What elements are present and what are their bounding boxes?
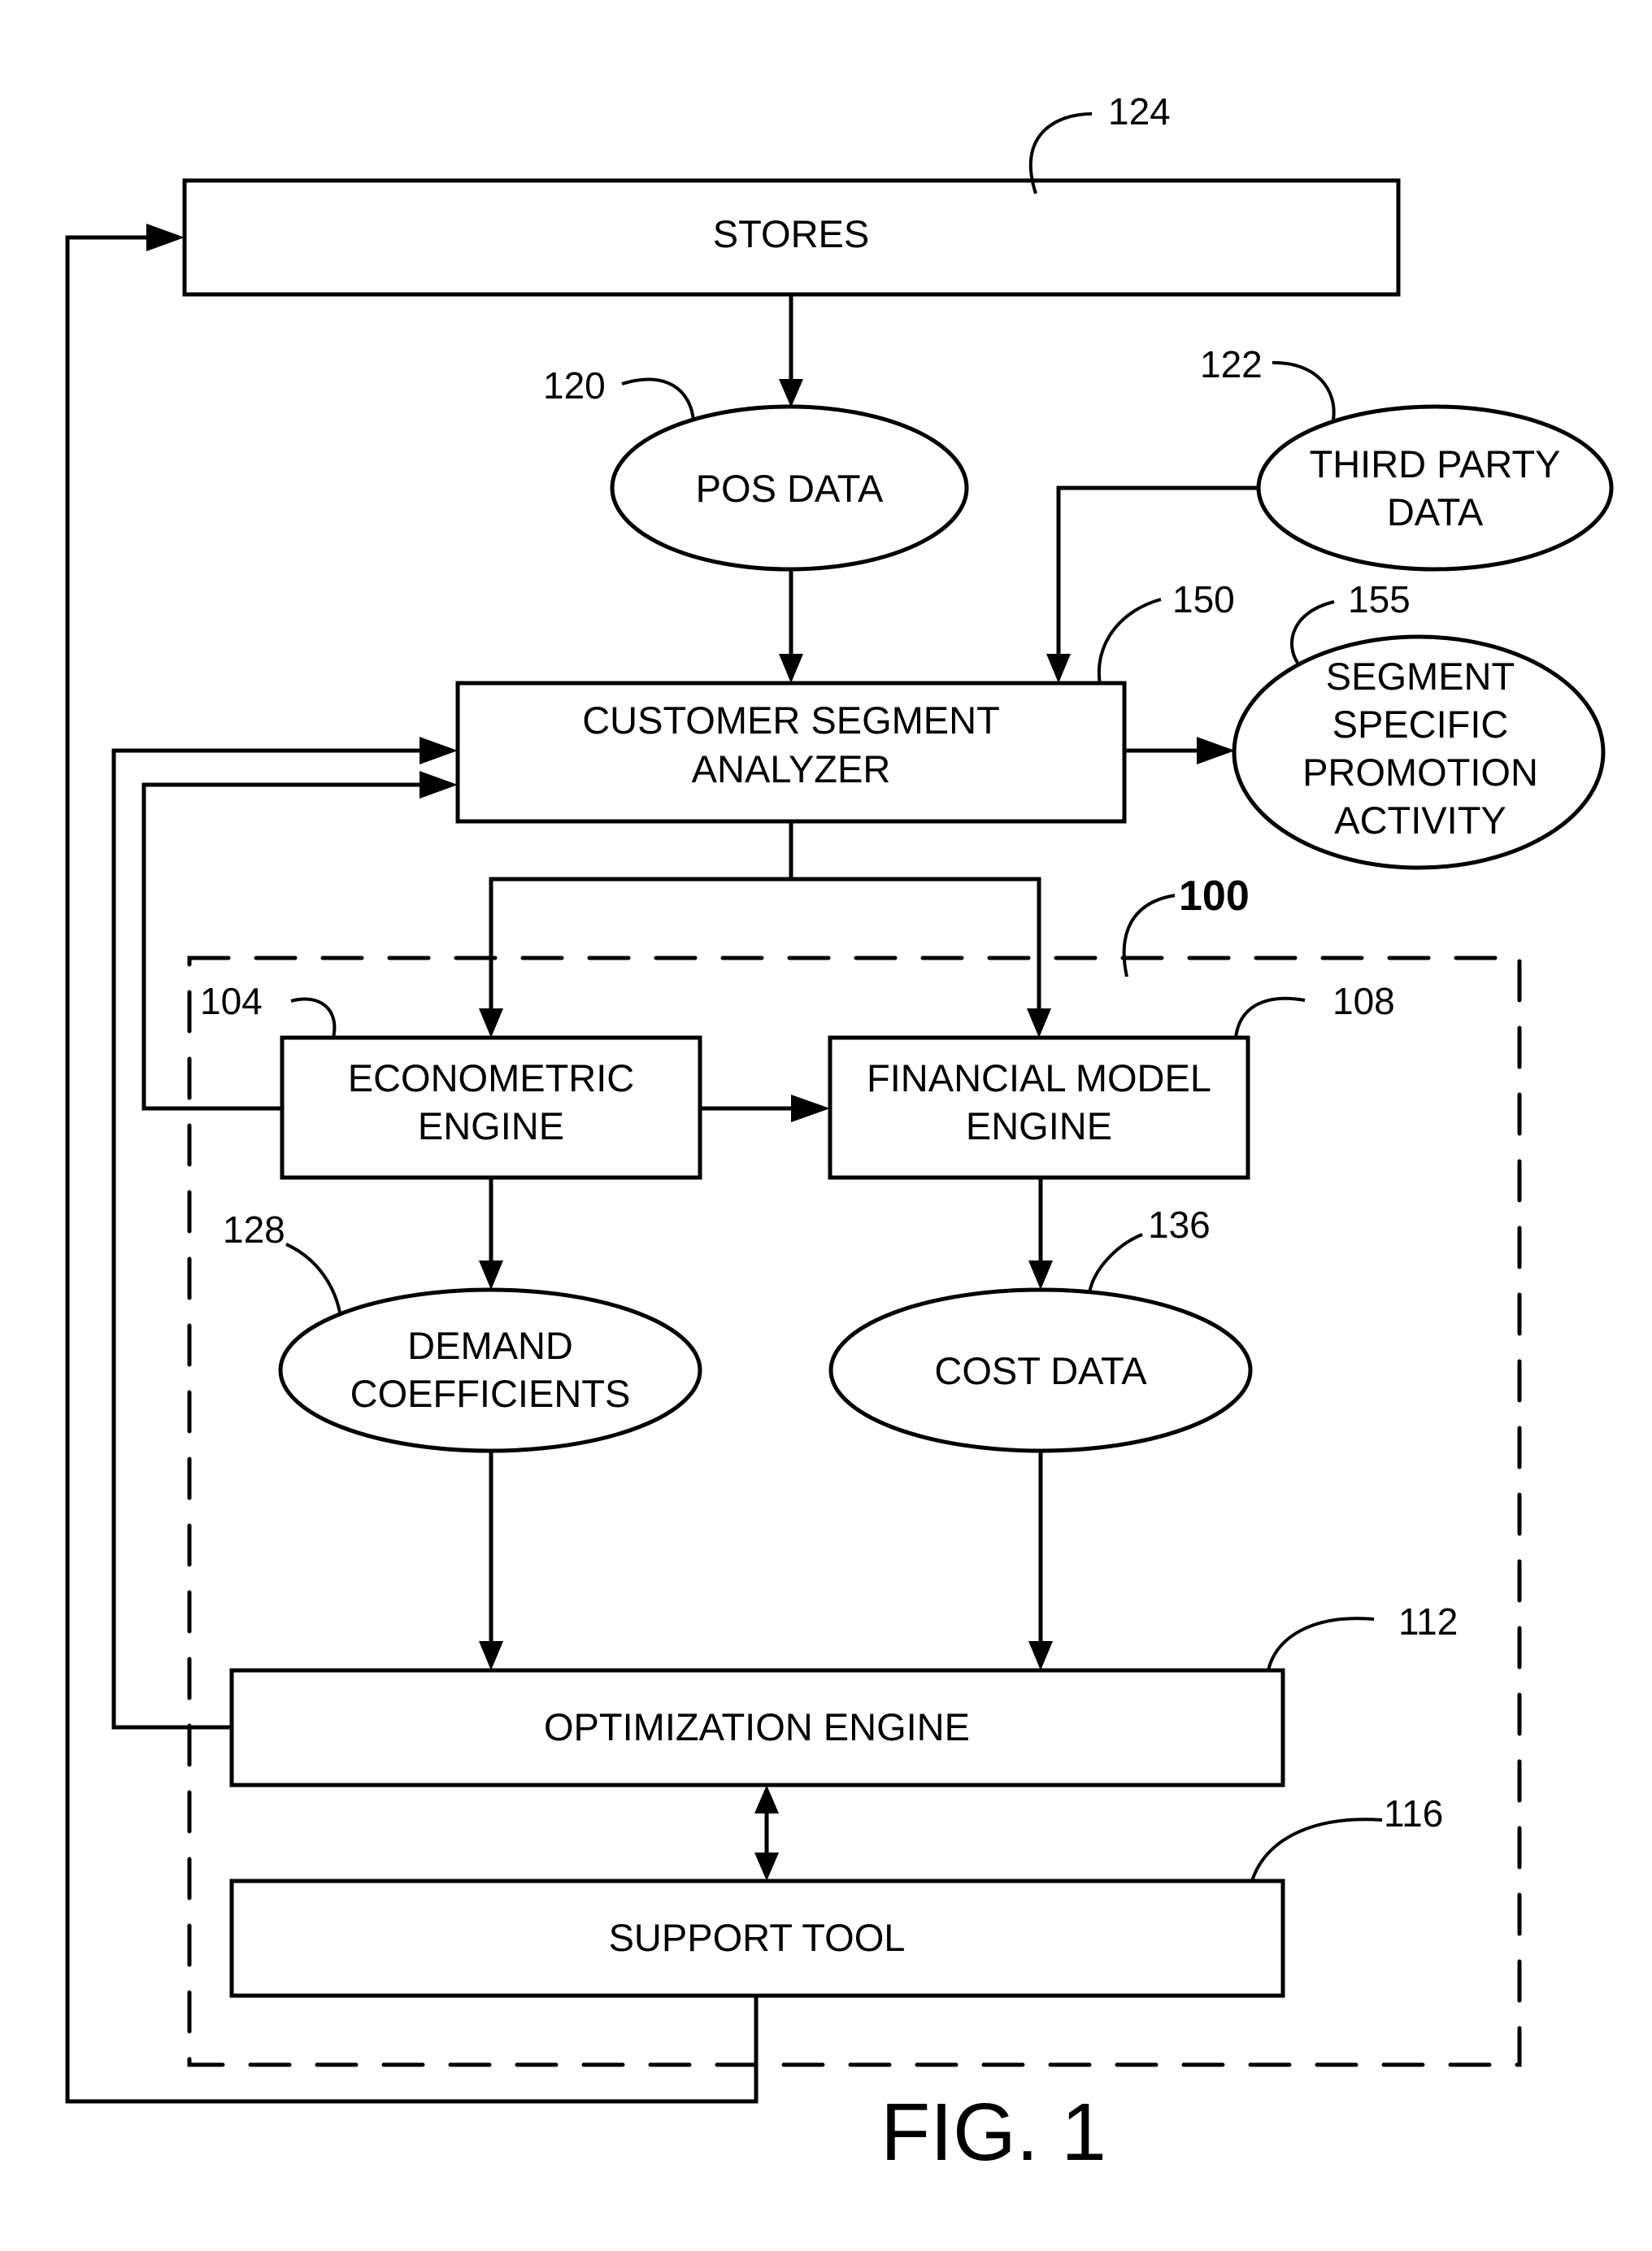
arrowhead bbox=[1027, 1008, 1051, 1038]
arrowhead bbox=[479, 1260, 503, 1290]
arrowhead bbox=[754, 1785, 779, 1813]
csa-label-line-2: ANALYZER bbox=[692, 747, 891, 790]
leader-112 bbox=[1267, 1617, 1375, 1671]
arrowhead bbox=[779, 654, 803, 683]
arrowhead bbox=[479, 1641, 503, 1670]
leader-150 bbox=[1097, 598, 1162, 686]
cost-data-label: COST DATA bbox=[934, 1349, 1147, 1392]
optimization-engine-label: OPTIMIZATION ENGINE bbox=[544, 1705, 970, 1748]
financial-label-line-2: ENGINE bbox=[966, 1104, 1112, 1147]
ref-122: 122 bbox=[1200, 343, 1263, 385]
fig-1-diagram: 100 STORES 124 POS DATA 120 THIRD PARTY … bbox=[65, 90, 1614, 2178]
leader-122 bbox=[1272, 360, 1336, 420]
arrowhead bbox=[754, 1853, 779, 1881]
third-party-data-ellipse bbox=[1256, 404, 1614, 572]
leader-128 bbox=[285, 1243, 341, 1313]
ref-128: 128 bbox=[223, 1208, 285, 1251]
edge-csa-financial bbox=[791, 877, 1041, 1010]
arrowhead bbox=[420, 737, 458, 764]
ref-120: 120 bbox=[543, 364, 606, 407]
figure-caption: FIG. 1 bbox=[880, 2087, 1106, 2178]
third-party-data-label-line-1: THIRD PARTY bbox=[1309, 442, 1560, 485]
ref-150: 150 bbox=[1172, 578, 1235, 620]
leader-136 bbox=[1088, 1233, 1143, 1294]
financial-label-line-1: FINANCIAL MODEL bbox=[867, 1056, 1211, 1099]
arrowhead bbox=[146, 224, 185, 251]
leader-104 bbox=[290, 997, 337, 1038]
arrowhead bbox=[420, 771, 458, 799]
promotion-label-line-4: ACTIVITY bbox=[1334, 799, 1506, 842]
arrowhead bbox=[479, 1008, 503, 1038]
third-party-data-label-line-2: DATA bbox=[1387, 490, 1484, 533]
demand-label-line-2: COEFFICIENTS bbox=[350, 1372, 631, 1415]
arrowhead bbox=[1028, 1260, 1053, 1290]
ref-116: 116 bbox=[1384, 1792, 1443, 1835]
arrowhead bbox=[1028, 1641, 1053, 1670]
pos-data-label: POS DATA bbox=[696, 467, 884, 510]
edge-thirdparty-csa bbox=[1056, 485, 1259, 655]
ref-124: 124 bbox=[1108, 90, 1171, 133]
ref-100: 100 bbox=[1179, 873, 1250, 920]
econometric-label-line-1: ECONOMETRIC bbox=[348, 1056, 635, 1099]
csa-label-line-1: CUSTOMER SEGMENT bbox=[582, 699, 1000, 742]
ref-112: 112 bbox=[1398, 1600, 1458, 1643]
leader-116 bbox=[1250, 1818, 1383, 1882]
ref-136: 136 bbox=[1148, 1204, 1211, 1246]
arrowhead bbox=[791, 1095, 830, 1122]
arrowhead bbox=[1046, 654, 1071, 683]
stores-label: STORES bbox=[713, 212, 869, 255]
leader-108 bbox=[1234, 996, 1306, 1038]
demand-label-line-1: DEMAND bbox=[407, 1324, 573, 1367]
promotion-label-line-1: SEGMENT bbox=[1326, 655, 1515, 698]
arrowhead bbox=[1197, 737, 1235, 764]
leader-100 bbox=[1122, 894, 1176, 977]
ref-155: 155 bbox=[1348, 578, 1411, 620]
promotion-label-line-2: SPECIFIC bbox=[1332, 703, 1509, 746]
ref-108: 108 bbox=[1332, 980, 1395, 1022]
promotion-label-line-3: PROMOTION bbox=[1302, 751, 1538, 794]
arrowhead bbox=[779, 379, 803, 407]
econometric-label-line-2: ENGINE bbox=[418, 1104, 564, 1147]
leader-120 bbox=[621, 377, 695, 422]
ref-104: 104 bbox=[200, 980, 263, 1022]
edge-csa-econometric bbox=[489, 877, 791, 1010]
support-tool-label: SUPPORT TOOL bbox=[609, 1916, 906, 1959]
demand-coefficients-ellipse bbox=[278, 1287, 702, 1453]
